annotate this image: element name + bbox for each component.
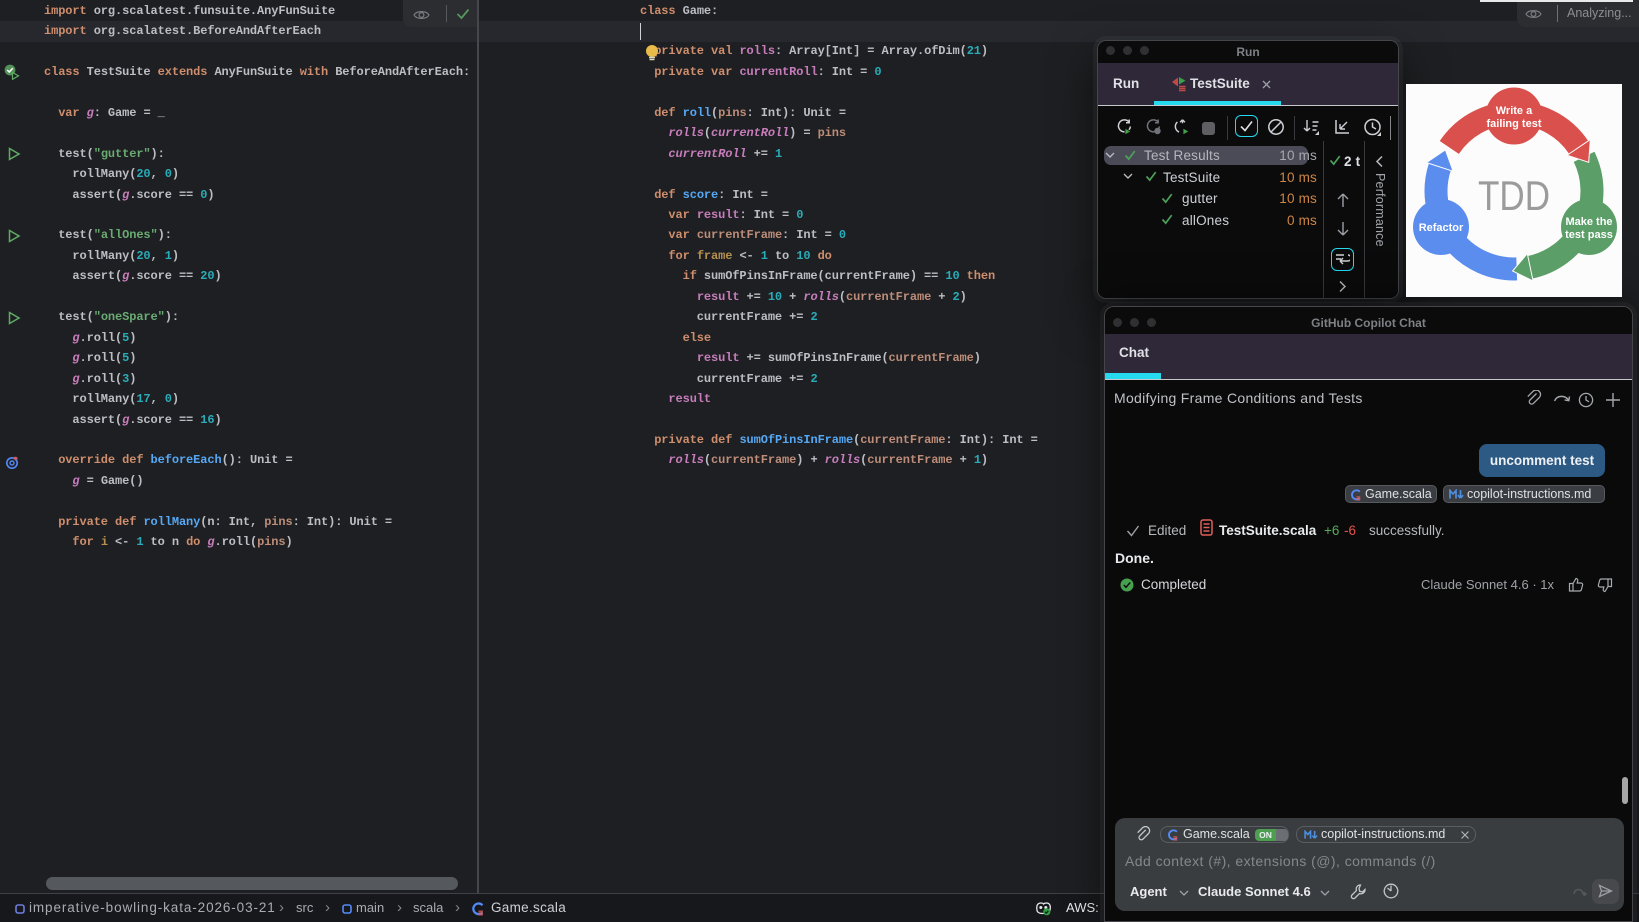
svg-text:Refactor: Refactor bbox=[1419, 222, 1464, 234]
svg-text:TDD: TDD bbox=[1478, 172, 1550, 219]
svg-text:failing test: failing test bbox=[1486, 118, 1541, 130]
svg-text:Make the: Make the bbox=[1565, 216, 1612, 228]
svg-text:test pass: test pass bbox=[1565, 229, 1613, 241]
svg-text:Write a: Write a bbox=[1496, 105, 1533, 117]
